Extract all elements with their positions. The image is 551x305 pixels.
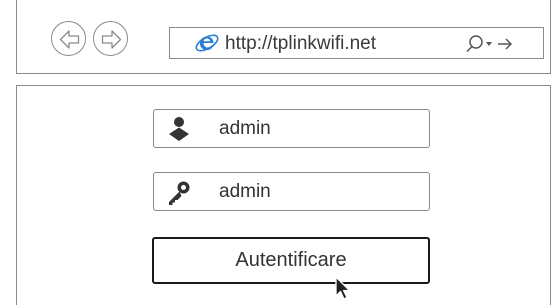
back-button[interactable] xyxy=(51,21,86,56)
url-text[interactable]: http://tplinkwifi.net xyxy=(225,33,376,55)
mouse-pointer-icon xyxy=(335,276,351,300)
password-field[interactable]: admin xyxy=(153,172,430,211)
search-icon[interactable] xyxy=(466,35,483,53)
search-controls[interactable] xyxy=(465,34,535,54)
user-icon xyxy=(169,117,189,141)
address-bar[interactable]: http://tplinkwifi.net xyxy=(169,27,544,59)
browser-toolbar: http://tplinkwifi.net xyxy=(16,0,551,74)
forward-button[interactable] xyxy=(93,21,128,56)
back-arrow-icon xyxy=(59,30,80,49)
password-value[interactable]: admin xyxy=(219,181,271,203)
internet-explorer-icon xyxy=(195,34,219,52)
go-arrow-icon[interactable] xyxy=(498,38,513,50)
key-icon xyxy=(169,181,190,205)
dropdown-triangle-icon[interactable] xyxy=(486,42,492,46)
username-value[interactable]: admin xyxy=(219,118,271,140)
forward-arrow-icon xyxy=(101,30,122,49)
username-field[interactable]: admin xyxy=(153,109,430,148)
login-button[interactable]: Autentificare xyxy=(152,237,430,284)
